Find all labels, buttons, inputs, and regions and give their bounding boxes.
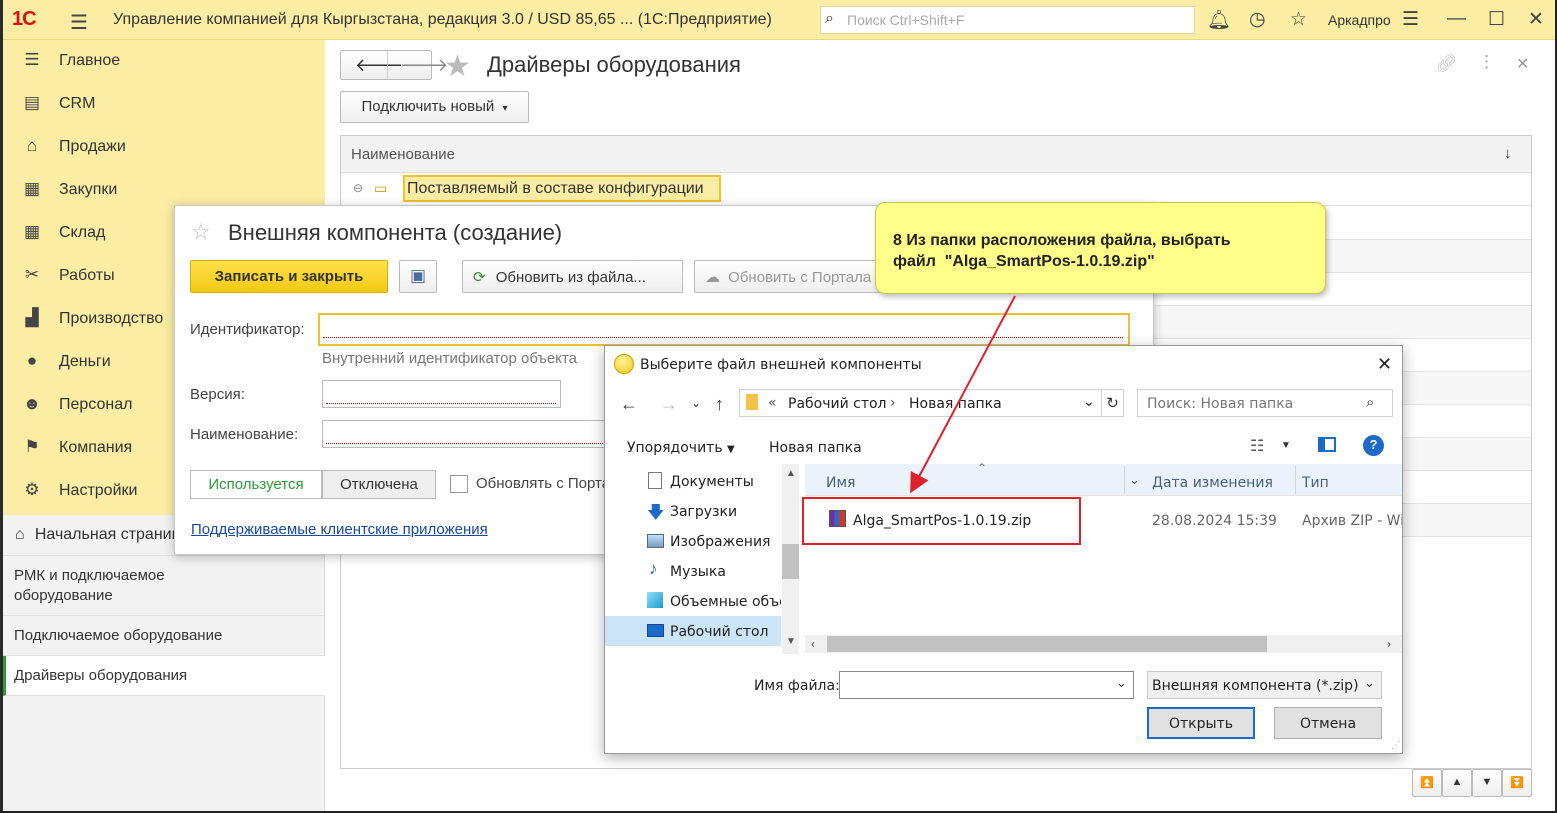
- window-frame: [0, 0, 1557, 813]
